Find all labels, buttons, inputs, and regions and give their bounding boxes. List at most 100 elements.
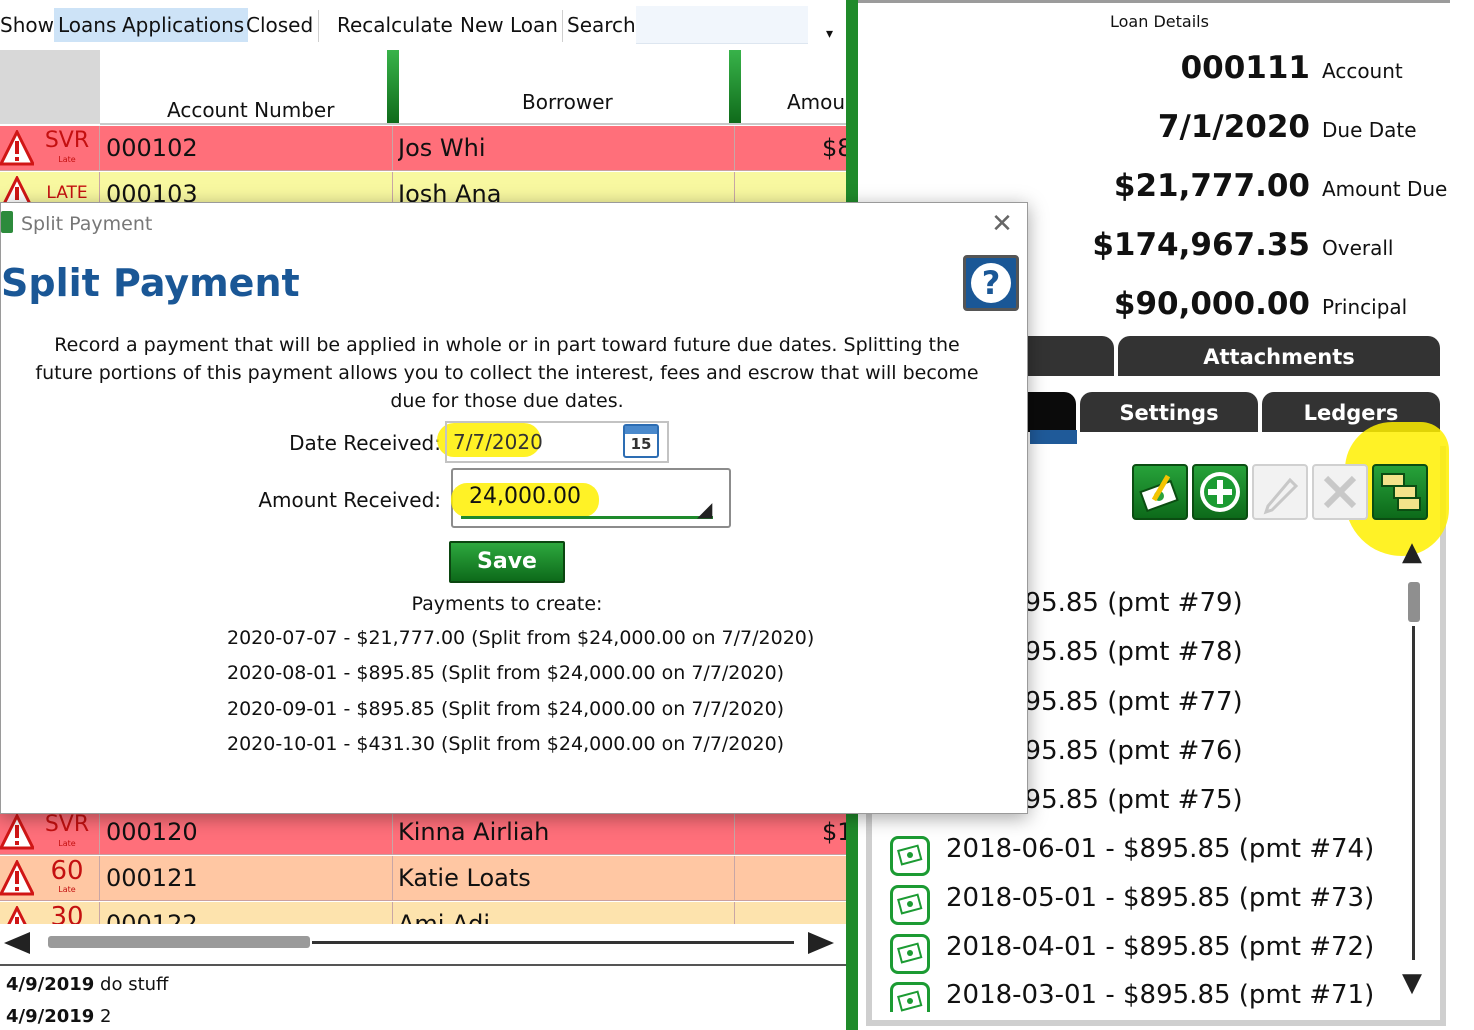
cell-divider [734, 126, 735, 171]
filter-closed-button[interactable]: Closed [242, 8, 317, 42]
detail-label: Overall [1322, 236, 1394, 260]
plus-icon [1200, 472, 1240, 512]
money-stack-icon [1381, 473, 1421, 511]
column-resize-handle[interactable] [729, 50, 741, 124]
pencil-icon [1263, 477, 1299, 515]
list-item[interactable]: 2018-05-01 - $895.85 (pmt #73) [890, 881, 1410, 929]
detail-label: Account [1322, 59, 1403, 83]
search-dropdown-icon[interactable]: ▾ [826, 26, 833, 42]
dialog-heading: Split Payment [1, 261, 300, 305]
account-cell: 000121 [106, 864, 198, 892]
scroll-right-icon[interactable] [808, 932, 834, 954]
calendar-header [625, 426, 657, 434]
edit-payment-button[interactable] [1252, 464, 1308, 520]
detail-due-date: 7/1/2020 Due Date [1060, 109, 1460, 149]
new-loan-button[interactable]: New Loan [456, 8, 562, 42]
detail-value: $174,967.35 [1092, 227, 1310, 263]
note-text: do stuff [100, 974, 169, 995]
status-sub-label: Late [58, 155, 76, 164]
delete-payment-button[interactable] [1312, 464, 1368, 520]
column-header-amount[interactable]: Amou [787, 90, 845, 114]
table-row[interactable]: SVR Late 000120 Kinna Airliah $1 [0, 810, 846, 855]
table-row[interactable]: 30 000122 Ami Adi [0, 902, 846, 947]
note-item[interactable]: 4/9/2019 2 [6, 1006, 111, 1027]
payments-to-create-title: Payments to create: [411, 593, 603, 615]
warning-icon [0, 814, 34, 850]
status-badge: SVR [44, 128, 90, 153]
dialog-description: Record a payment that will be applied in… [35, 334, 979, 412]
payment-icon [890, 982, 930, 1012]
filter-loans-button[interactable]: Loans [54, 8, 121, 42]
tab-attachments[interactable]: Attachments [1118, 336, 1440, 376]
detail-value: $21,777.00 [1113, 168, 1310, 204]
header-divider [100, 123, 846, 125]
vertical-scroll-track [1412, 626, 1415, 960]
planned-payment: 2020-10-01 - $431.30 (Split from $24,000… [227, 733, 785, 755]
date-received-label: Date Received: [289, 431, 441, 455]
top-rule [858, 0, 1450, 3]
cell-divider [99, 126, 100, 171]
status-badge: 60 [50, 856, 84, 886]
toolbar-separator [318, 10, 319, 42]
list-item[interactable]: 2018-06-01 - $895.85 (pmt #74) [890, 832, 1410, 880]
payment-text: 2018-04-01 - $895.85 (pmt #72) [946, 932, 1375, 962]
detail-value: $90,000.00 [1113, 286, 1310, 322]
detail-value: 7/1/2020 [1157, 109, 1310, 145]
search-input[interactable] [636, 6, 808, 44]
table-row[interactable]: 60 Late 000121 Katie Loats [0, 856, 846, 901]
status-sub-label: Late [58, 885, 76, 894]
amount-cell: $8 [822, 134, 846, 162]
recalculate-button[interactable]: Recalculate [333, 8, 457, 42]
record-payment-button[interactable] [1132, 464, 1188, 520]
split-payment-button[interactable] [1372, 464, 1428, 520]
list-item[interactable]: 2018-03-01 - $895.85 (pmt #71) [890, 978, 1410, 1012]
date-received-value[interactable]: 7/7/2020 [453, 430, 543, 454]
detail-label: Due Date [1322, 118, 1417, 142]
status-sub-label: Late [58, 839, 76, 848]
scroll-left-icon[interactable] [4, 932, 30, 954]
table-row[interactable]: SVR Late 000102 Jos Whi $8 [0, 126, 846, 171]
payment-icon [890, 934, 930, 974]
payment-icon [890, 836, 930, 876]
cell-divider [734, 810, 735, 855]
amount-received-label: Amount Received: [258, 488, 441, 512]
column-resize-handle[interactable] [387, 50, 399, 124]
detail-value: 000111 [1180, 50, 1310, 86]
planned-payment: 2020-07-07 - $21,777.00 (Split from $24,… [227, 627, 815, 649]
dialog-titlebar[interactable]: Split Payment ✕ [1, 203, 1027, 243]
list-item[interactable]: 2018-04-01 - $895.85 (pmt #72) [890, 930, 1410, 978]
save-button[interactable]: Save [449, 541, 565, 583]
close-icon[interactable]: ✕ [987, 209, 1017, 239]
scroll-up-icon[interactable]: ▲ [1402, 537, 1422, 567]
planned-payment: 2020-08-01 - $895.85 (Split from $24,000… [227, 662, 785, 684]
dialog-window-title: Split Payment [21, 213, 153, 235]
note-item[interactable]: 4/9/2019 do stuff [6, 974, 168, 995]
filter-applications-button[interactable]: Applications [118, 8, 249, 42]
tab-settings[interactable]: Settings [1080, 392, 1258, 432]
loan-details-title: Loan Details [1110, 12, 1209, 31]
payment-text: 2018-05-01 - $895.85 (pmt #73) [946, 883, 1375, 913]
detail-overall: $174,967.35 Overall [1060, 227, 1460, 267]
horizontal-scroll-thumb[interactable] [48, 936, 310, 948]
warning-icon [0, 130, 34, 166]
vertical-scroll-thumb[interactable] [1408, 582, 1420, 622]
amount-received-value[interactable]: 24,000.00 [469, 484, 581, 509]
close-icon [1323, 475, 1357, 509]
payment-text: 2018-03-01 - $895.85 (pmt #71) [946, 980, 1375, 1010]
add-payment-button[interactable] [1192, 464, 1248, 520]
cell-divider [734, 856, 735, 901]
help-icon: ? [971, 263, 1011, 303]
column-header-borrower[interactable]: Borrower [522, 90, 613, 114]
calendar-icon[interactable]: 15 [623, 424, 659, 458]
detail-principal: $90,000.00 Principal [1060, 286, 1460, 326]
search-label: Search: [567, 13, 643, 37]
note-date: 4/9/2019 [6, 974, 95, 995]
detail-account: 000111 Account [1060, 50, 1460, 90]
note-date: 4/9/2019 [6, 1006, 95, 1027]
calendar-day: 15 [630, 435, 652, 453]
money-pen-icon [1139, 474, 1179, 513]
cell-divider [392, 810, 393, 855]
scroll-down-icon[interactable]: ▼ [1402, 968, 1422, 998]
column-header-account[interactable]: Account Number [167, 98, 334, 122]
help-button[interactable]: ? [963, 255, 1019, 311]
